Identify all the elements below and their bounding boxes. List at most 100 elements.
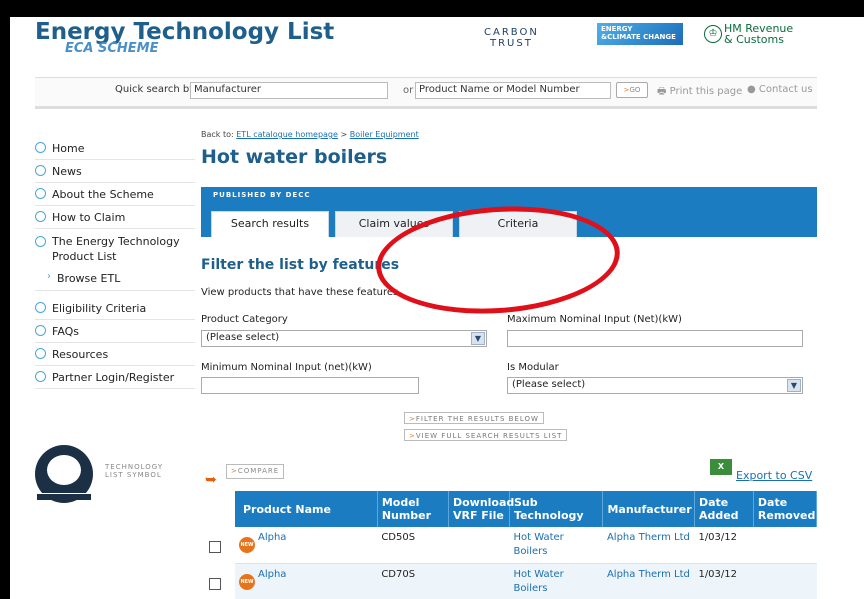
- chevron-down-icon[interactable]: ▼: [787, 379, 801, 392]
- bullet-icon: [35, 188, 46, 199]
- col-header-vrf-file[interactable]: Download VRF File: [448, 491, 514, 527]
- bullet-icon: [35, 142, 46, 153]
- bullet-icon: [35, 371, 46, 382]
- sidebar-item-about[interactable]: About the Scheme: [35, 183, 195, 206]
- arrow-down-left-icon: ➥: [205, 472, 217, 488]
- decc-line1: ENERGY: [601, 25, 633, 33]
- carbon-trust-logo[interactable]: CARBON TRUST: [484, 27, 539, 49]
- badge-text: TECHNOLOGY LIST SYMBOL: [105, 463, 164, 479]
- row-checkbox[interactable]: [209, 578, 221, 590]
- etl-badge-icon: [35, 445, 93, 503]
- filter-results-button[interactable]: >FILTER THE RESULTS BELOW: [404, 412, 544, 424]
- etl-logo[interactable]: Energy Technology List ECA SCHEME: [35, 19, 334, 56]
- row-checkbox[interactable]: [209, 541, 221, 553]
- date-added-cell: 1/03/12: [694, 527, 754, 564]
- col-header-sub-technology[interactable]: Sub Technology: [509, 491, 604, 527]
- arrow-right-icon: >: [409, 415, 416, 423]
- sidebar-item-label: Browse ETL: [57, 272, 121, 285]
- chevron-down-icon[interactable]: ▼: [471, 332, 485, 345]
- printer-icon: 🖶: [657, 86, 667, 97]
- breadcrumb-link-boiler[interactable]: Boiler Equipment: [350, 130, 419, 139]
- view-full-results-button[interactable]: >VIEW FULL SEARCH RESULTS LIST: [404, 429, 568, 441]
- sidebar-item-product-list[interactable]: The Energy Technology Product List: [35, 229, 195, 268]
- sidebar-item-how-to-claim[interactable]: How to Claim: [35, 206, 195, 229]
- sidebar-nav: Home News About the Scheme How to Claim …: [35, 137, 195, 389]
- sidebar-item-home[interactable]: Home: [35, 137, 195, 160]
- tab-bar: PUBLISHED BY DECC Search results Claim v…: [201, 187, 817, 237]
- compare-label: COMPARE: [237, 467, 280, 475]
- new-badge-icon: NEW: [239, 537, 255, 553]
- sub-technology-link[interactable]: Hot Water Boilers: [509, 527, 603, 564]
- sidebar-item-eligibility[interactable]: Eligibility Criteria: [35, 297, 195, 320]
- min-input-label: Minimum Nominal Input (net)(kW): [201, 362, 372, 373]
- product-name-link[interactable]: Alpha: [258, 569, 286, 580]
- arrow-right-icon: >: [231, 467, 238, 475]
- sidebar-item-label: News: [52, 165, 82, 178]
- contact-link[interactable]: ● Contact us: [747, 84, 813, 95]
- tab-criteria[interactable]: Criteria: [459, 211, 577, 237]
- sidebar-item-label: How to Claim: [52, 211, 126, 224]
- breadcrumb-link-catalogue[interactable]: ETL catalogue homepage: [236, 130, 338, 139]
- filter-description: View products that have these features: [201, 287, 399, 298]
- go-button-label: GO: [629, 86, 641, 94]
- sidebar-item-label: Resources: [52, 348, 109, 361]
- model-number-cell: CD50S: [377, 527, 449, 564]
- decc-line2: &CLIMATE CHANGE: [601, 33, 676, 41]
- min-input-field[interactable]: [201, 377, 419, 394]
- filter-title: Filter the list by features: [201, 257, 400, 273]
- sidebar-item-partner-login[interactable]: Partner Login/Register: [35, 366, 195, 389]
- sidebar-item-news[interactable]: News: [35, 160, 195, 183]
- sidebar-item-browse-etl[interactable]: › Browse ETL: [35, 268, 195, 291]
- badge-inner-icon: [47, 455, 81, 485]
- manufacturer-link[interactable]: Alpha Therm Ltd: [602, 563, 695, 599]
- col-header-manufacturer[interactable]: Manufacturer: [602, 491, 695, 527]
- hmrc-line2: & Customs: [724, 33, 784, 46]
- excel-icon[interactable]: X: [710, 459, 732, 475]
- sidebar-item-resources[interactable]: Resources: [35, 343, 195, 366]
- filter-results-label: FILTER THE RESULTS BELOW: [415, 415, 539, 423]
- product-category-value: (Please select): [206, 332, 280, 343]
- quick-search-label: Quick search by:: [115, 84, 198, 95]
- max-input-field[interactable]: [507, 330, 803, 347]
- decc-logo[interactable]: ENERGY &CLIMATE CHANGE: [597, 23, 683, 45]
- breadcrumb: Back to: ETL catalogue homepage > Boiler…: [201, 130, 419, 139]
- product-name-link[interactable]: Alpha: [258, 532, 286, 543]
- manufacturer-link[interactable]: Alpha Therm Ltd: [602, 527, 695, 564]
- print-label: Print this page: [669, 86, 743, 97]
- arrow-right-icon: >: [409, 432, 416, 440]
- view-full-results-label: VIEW FULL SEARCH RESULTS LIST: [415, 432, 563, 440]
- compare-button[interactable]: >COMPARE: [226, 464, 285, 479]
- sidebar-item-faqs[interactable]: FAQs: [35, 320, 195, 343]
- or-label: or: [403, 85, 414, 96]
- hmrc-logo[interactable]: ♔ HM Revenue & Customs: [704, 23, 793, 45]
- product-search-input[interactable]: Product Name or Model Number: [415, 82, 611, 99]
- col-header-date-added[interactable]: Date Added: [694, 491, 754, 527]
- screenshot-border: [7, 0, 9, 599]
- sub-technology-link[interactable]: Hot Water Boilers: [509, 563, 603, 599]
- col-header-date-removed[interactable]: Date Removed: [753, 491, 818, 527]
- page-title: Hot water boilers: [201, 146, 388, 168]
- product-name-cell: NEWAlpha: [209, 527, 378, 564]
- tab-search-results[interactable]: Search results: [211, 211, 329, 237]
- technology-list-symbol: TECHNOLOGY LIST SYMBOL: [35, 445, 195, 505]
- table-row: NEWAlpha CD70S Hot Water Boilers Alpha T…: [209, 563, 817, 599]
- product-category-label: Product Category: [201, 314, 288, 325]
- bullet-icon: [35, 348, 46, 359]
- table-header-row: Product Name Model Number Download VRF F…: [235, 491, 818, 527]
- product-category-select[interactable]: (Please select) ▼: [201, 330, 487, 347]
- col-header-product-name[interactable]: Product Name: [235, 491, 378, 527]
- date-removed-cell: [753, 527, 817, 564]
- sidebar-item-label: The Energy Technology Product List: [52, 235, 180, 263]
- breadcrumb-prefix: Back to:: [201, 130, 234, 139]
- go-button[interactable]: >GO: [616, 82, 648, 98]
- print-link[interactable]: 🖶 Print this page: [657, 84, 742, 101]
- manufacturer-search-input[interactable]: Manufacturer: [190, 82, 388, 99]
- vrf-file-cell: [448, 527, 510, 564]
- col-header-model-number[interactable]: Model Number: [377, 491, 449, 527]
- modular-label: Is Modular: [507, 362, 559, 373]
- bullet-icon: [35, 302, 46, 313]
- modular-select[interactable]: (Please select) ▼: [507, 377, 803, 394]
- export-csv-link[interactable]: Export to CSV: [736, 469, 812, 482]
- contact-icon: ●: [747, 84, 756, 95]
- tab-claim-values[interactable]: Claim values: [335, 211, 453, 237]
